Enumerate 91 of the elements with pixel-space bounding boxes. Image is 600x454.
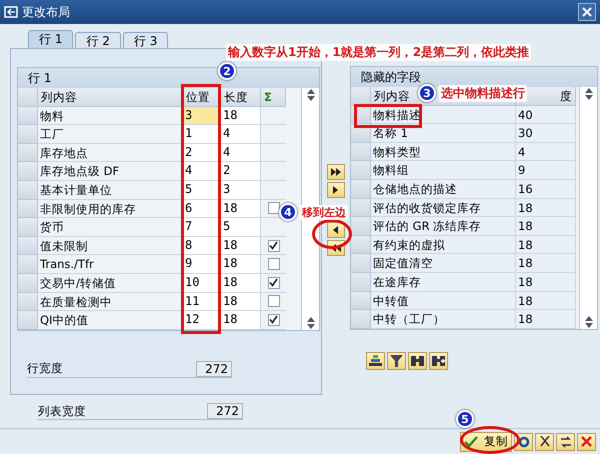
length-field[interactable]: 2 <box>221 162 261 181</box>
checkbox[interactable] <box>268 295 280 308</box>
table-cell: 物料描述 <box>371 106 516 124</box>
table-cell: 4 <box>516 142 576 162</box>
cancel-button[interactable] <box>577 432 596 450</box>
table-title: 隐藏的字段 <box>361 68 421 86</box>
move-left-button[interactable] <box>327 222 345 238</box>
left-arrow-icon <box>330 244 342 252</box>
table-cell <box>261 106 286 126</box>
length-field[interactable]: 5 <box>221 218 261 237</box>
table-cell: 库存地点级 DF <box>38 162 183 181</box>
length-field[interactable]: 18 <box>221 236 261 256</box>
table-cell: 在质量检测中 <box>38 292 183 312</box>
find-next-button[interactable] <box>429 352 448 370</box>
table-cell: 9 <box>516 161 576 180</box>
right-arrow-icon <box>333 186 339 194</box>
transfer-button[interactable] <box>556 432 575 450</box>
annotation-text: 移到左边 <box>300 204 348 220</box>
column-header: 长度 <box>221 88 261 107</box>
table-title: 行 1 <box>28 70 52 86</box>
copy-button[interactable]: 复制 <box>460 432 512 452</box>
row-width-field: 272 <box>196 360 232 377</box>
checkbox[interactable] <box>268 276 280 289</box>
field-label: 列表宽度 <box>38 404 86 418</box>
table-cell: 中转值 <box>371 292 516 310</box>
sort-icon <box>369 354 382 367</box>
length-field[interactable]: 18 <box>221 274 261 293</box>
tab[interactable]: 行 3 <box>122 32 168 48</box>
length-field[interactable]: 18 <box>221 106 261 126</box>
tab[interactable]: 行 1 <box>28 30 74 48</box>
right-arrow-icon <box>330 168 342 176</box>
column-header: 列内容 <box>38 88 183 107</box>
close-icon <box>581 436 592 447</box>
table-cell: 评估的 GR 冻结库存 <box>371 217 516 236</box>
table-cell: 物料类型 <box>371 142 516 162</box>
table-cell: 非限制使用的库存 <box>38 200 183 218</box>
table-cell: 名称 1 <box>371 124 516 143</box>
sort-ascending-button[interactable] <box>366 352 385 370</box>
length-field[interactable]: 4 <box>221 125 261 144</box>
table-cell: 仓储地点的描述 <box>371 180 516 199</box>
annotation-text: 输入数字从1开始，1就是第一列，2是第二列，依此类推 <box>226 44 532 61</box>
table-cell: 有约束的虚拟 <box>371 236 516 254</box>
checkbox[interactable] <box>268 258 280 270</box>
window-icon <box>4 6 18 18</box>
window-title: 更改布局 <box>22 4 71 20</box>
scrollbar[interactable] <box>579 87 597 329</box>
table-cell: 货币 <box>38 218 183 237</box>
filter-button[interactable] <box>387 352 406 370</box>
move-all-right-button[interactable] <box>327 164 345 180</box>
length-field[interactable]: 18 <box>221 200 261 218</box>
checkmark-icon <box>464 436 478 448</box>
table-cell: 18 <box>516 236 576 254</box>
table-cell: 固定值清空 <box>371 254 516 273</box>
cut-button[interactable] <box>535 432 554 450</box>
find-button[interactable] <box>408 352 427 370</box>
table-cell: 物料组 <box>371 161 516 180</box>
field-label: 行宽度 <box>27 361 63 376</box>
tab[interactable]: 行 2 <box>75 32 121 48</box>
length-field[interactable]: 18 <box>221 311 261 330</box>
sum-column-header: Σ <box>261 88 286 107</box>
length-field[interactable]: 3 <box>221 180 261 200</box>
checkbox[interactable] <box>268 202 280 214</box>
table-cell: 物料 <box>38 106 183 126</box>
arrows-icon <box>560 436 572 448</box>
table-cell: 18 <box>516 254 576 273</box>
checkbox[interactable] <box>268 314 280 326</box>
table-cell: 18 <box>516 198 576 218</box>
length-field[interactable]: 4 <box>221 144 261 162</box>
left-arrow-icon <box>333 226 339 234</box>
table-cell: 40 <box>516 106 576 124</box>
filter-icon <box>390 354 403 367</box>
table-cell: 评估的收货锁定库存 <box>371 198 516 218</box>
highlight-frame <box>354 104 422 128</box>
table-cell: 16 <box>516 180 576 199</box>
checkbox[interactable] <box>268 240 280 252</box>
table-cell: 18 <box>516 310 576 329</box>
list-width-field: 272 <box>207 403 243 419</box>
table-cell: 18 <box>516 292 576 310</box>
length-field[interactable]: 18 <box>221 292 261 312</box>
table-cell: 在途库存 <box>371 272 516 292</box>
table-cell: 中转（工厂） <box>371 310 516 329</box>
move-right-button[interactable] <box>327 182 345 198</box>
annotation-text: 选中物料描述行 <box>439 84 527 102</box>
close-button[interactable] <box>578 3 596 21</box>
row-selector[interactable] <box>351 87 371 106</box>
table-cell: 30 <box>516 124 576 143</box>
step-badge: 5 <box>456 410 474 428</box>
length-field[interactable]: 18 <box>221 255 261 274</box>
table-cell: 18 <box>516 217 576 236</box>
table-cell: 18 <box>516 272 576 292</box>
close-icon <box>582 7 592 17</box>
